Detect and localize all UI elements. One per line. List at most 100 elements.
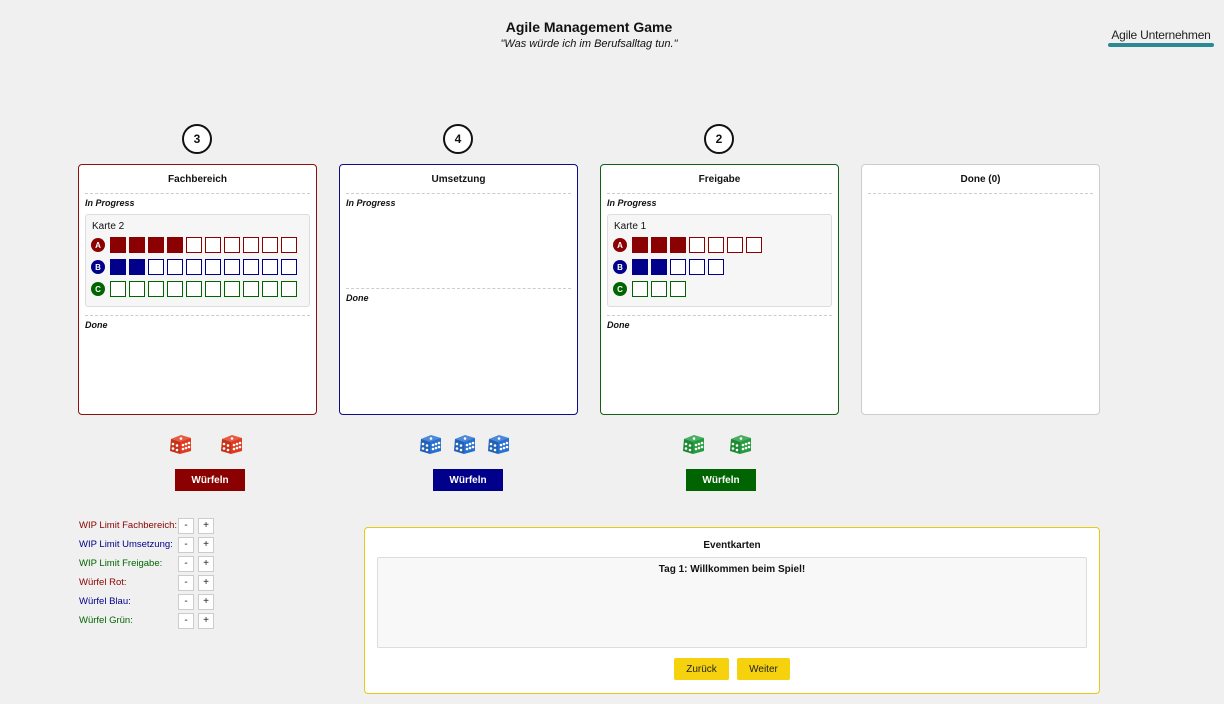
card-row-a: A [613,236,826,254]
progress-box-empty [224,237,240,253]
decrement-button[interactable]: - [178,536,194,553]
column-freigabe: Freigabe In Progress Karte 1 ABC Done [600,164,839,415]
card-title: Karte 1 [614,221,647,232]
progress-box-filled [670,237,686,253]
progress-box-empty [224,281,240,297]
progress-box-empty [281,259,297,275]
progress-box-empty [186,237,202,253]
row-badge: B [91,260,105,274]
decrement-button[interactable]: - [178,574,194,591]
next-button[interactable]: Weiter [737,658,790,680]
blue-die-icon [487,433,510,455]
progress-box-empty [167,259,183,275]
green-die-icon [682,433,705,455]
column-umsetzung: Umsetzung In Progress Done [339,164,578,415]
event-message: Tag 1: Willkommen beim Spiel! [658,564,806,575]
back-button[interactable]: Zurück [674,658,729,680]
decrement-button[interactable]: - [178,517,194,534]
decrement-button[interactable]: - [178,612,194,629]
progress-box-empty [651,281,667,297]
progress-boxes [632,237,762,253]
roll-button-fachbereich[interactable]: Würfeln [175,469,245,491]
row-badge: C [91,282,105,296]
column-done: Done (0) [861,164,1100,415]
progress-box-empty [205,237,221,253]
setting-label: WIP Limit Umsetzung: [79,539,173,550]
increment-button[interactable]: + [198,555,214,572]
decrement-button[interactable]: - [178,593,194,610]
logo: Agile Unternehmen [1108,28,1214,47]
setting-wip-freigabe: WIP Limit Freigabe: - + [79,554,218,573]
wip-indicator-fachbereich: 3 [182,124,212,154]
progress-box-empty [205,281,221,297]
progress-box-empty [689,259,705,275]
increment-button[interactable]: + [198,612,214,629]
wip-indicator-freigabe: 2 [704,124,734,154]
progress-box-filled [632,259,648,275]
progress-box-empty [262,237,278,253]
card-row-a: A [91,236,304,254]
setting-wip-fachbereich: WIP Limit Fachbereich: - + [79,516,218,535]
done-label: Done [85,315,310,330]
progress-box-empty [129,281,145,297]
progress-box-empty [186,259,202,275]
page-title: Agile Management Game [505,19,673,35]
progress-box-empty [670,259,686,275]
progress-box-empty [167,281,183,297]
card-row-b: B [91,258,304,276]
red-die-icon [169,433,192,455]
roll-button-umsetzung[interactable]: Würfeln [433,469,503,491]
card-row-c: C [613,280,826,298]
progress-boxes [632,281,686,297]
wip-indicator-umsetzung: 4 [443,124,473,154]
progress-box-empty [281,281,297,297]
decrement-button[interactable]: - [178,555,194,572]
setting-dice-blue: Würfel Blau: - + [79,592,218,611]
progress-box-filled [129,259,145,275]
in-progress-label: In Progress [85,198,135,208]
setting-label: Würfel Rot: [79,577,127,588]
progress-boxes [632,259,724,275]
progress-boxes [110,281,297,297]
column-title: Fachbereich [85,165,310,194]
column-title: Freigabe [607,165,832,194]
increment-button[interactable]: + [198,593,214,610]
increment-button[interactable]: + [198,517,214,534]
blue-die-icon [419,433,442,455]
progress-box-empty [632,281,648,297]
progress-box-empty [708,237,724,253]
card[interactable]: Karte 1 ABC [607,214,832,307]
green-die-icon [729,433,752,455]
progress-box-empty [148,281,164,297]
card-row-c: C [91,280,304,298]
progress-box-filled [129,237,145,253]
progress-box-filled [110,259,126,275]
card-rows: ABC [91,236,304,298]
card-rows: ABC [613,236,826,298]
blue-die-icon [453,433,476,455]
progress-box-empty [243,237,259,253]
done-label: Done [346,288,571,303]
setting-label: Würfel Blau: [79,596,131,607]
progress-box-empty [708,259,724,275]
progress-box-filled [651,237,667,253]
settings-panel: WIP Limit Fachbereich: - + WIP Limit Ums… [79,516,218,630]
progress-box-empty [262,281,278,297]
progress-box-empty [205,259,221,275]
header: Agile Management Game "Was würde ich im … [0,19,1178,50]
row-badge: C [613,282,627,296]
progress-box-empty [243,259,259,275]
increment-button[interactable]: + [198,574,214,591]
progress-box-filled [632,237,648,253]
progress-box-empty [727,237,743,253]
row-badge: A [613,238,627,252]
card-row-b: B [613,258,826,276]
row-badge: B [613,260,627,274]
increment-button[interactable]: + [198,536,214,553]
roll-button-freigabe[interactable]: Würfeln [686,469,756,491]
card[interactable]: Karte 2 ABC [85,214,310,307]
row-badge: A [91,238,105,252]
page-subtitle: "Was würde ich im Berufsalltag tun." [500,38,678,50]
progress-box-empty [186,281,202,297]
progress-box-empty [110,281,126,297]
